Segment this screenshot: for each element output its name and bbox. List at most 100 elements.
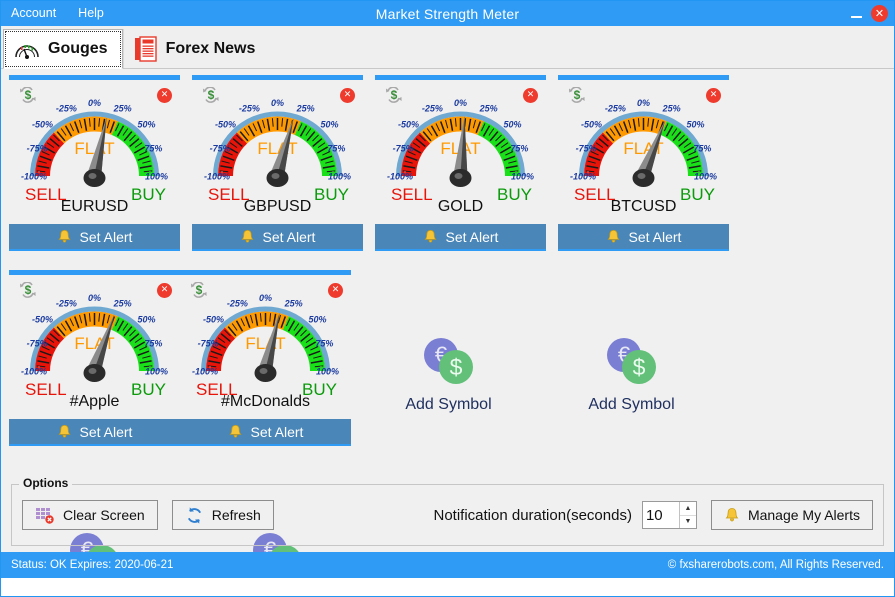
refresh-label: Refresh xyxy=(211,507,261,523)
window-controls: ✕ xyxy=(850,1,888,26)
manage-my-alerts-button[interactable]: Manage My Alerts xyxy=(710,500,873,530)
gauge-cell: $ ✕ -100%-75%-50%-25%0%25%50%75%100%FLAT… xyxy=(180,270,351,455)
gauge-cell: $ ✕ -100%-75%-50%-25%0%25%50%75%100%FLAT… xyxy=(192,75,363,260)
clear-screen-button[interactable]: Clear Screen xyxy=(22,500,158,530)
svg-text:0%: 0% xyxy=(88,293,101,303)
svg-text:SELL: SELL xyxy=(25,185,67,204)
gauge-cell: $ ✕ -100%-75%-50%-25%0%25%50%75%100%FLAT… xyxy=(375,75,546,260)
strength-gauge: -100%-75%-50%-25%0%25%50%75%100%FLATSELL… xyxy=(375,84,546,204)
svg-text:-75%: -75% xyxy=(576,143,597,153)
svg-text:$: $ xyxy=(632,354,645,380)
set-alert-button[interactable]: Set Alert xyxy=(180,419,351,446)
gauge-panel: $ ✕ -100%-75%-50%-25%0%25%50%75%100%FLAT… xyxy=(180,270,351,455)
svg-text:100%: 100% xyxy=(145,367,168,377)
svg-text:25%: 25% xyxy=(284,299,303,309)
gauge-panel: $ ✕ -100%-75%-50%-25%0%25%50%75%100%FLAT… xyxy=(9,75,180,260)
svg-text:-100%: -100% xyxy=(21,367,47,377)
svg-text:-25%: -25% xyxy=(422,104,443,114)
svg-text:-75%: -75% xyxy=(27,338,48,348)
add-symbol-cell: € $ Add Symbol xyxy=(546,270,717,455)
gauge-panel: $ ✕ -100%-75%-50%-25%0%25%50%75%100%FLAT… xyxy=(375,75,546,260)
svg-text:25%: 25% xyxy=(479,104,498,114)
strength-gauge: -100%-75%-50%-25%0%25%50%75%100%FLATSELL… xyxy=(9,84,180,204)
panel-header-bar xyxy=(9,75,180,80)
title-bar: Account Help Market Strength Meter ✕ xyxy=(1,1,894,26)
add-symbol-button[interactable]: € $ Add Symbol xyxy=(363,270,534,455)
svg-text:BUY: BUY xyxy=(131,185,166,204)
set-alert-button[interactable]: Set Alert xyxy=(9,419,180,446)
newspaper-icon xyxy=(134,35,158,62)
svg-text:25%: 25% xyxy=(113,299,132,309)
svg-text:-75%: -75% xyxy=(198,338,219,348)
strength-gauge: -100%-75%-50%-25%0%25%50%75%100%FLATSELL… xyxy=(9,279,180,399)
svg-text:-50%: -50% xyxy=(32,120,53,130)
svg-text:-50%: -50% xyxy=(32,315,53,325)
svg-text:BUY: BUY xyxy=(497,185,532,204)
status-right-text: © fxsharerobots.com, All Rights Reserved… xyxy=(667,559,884,571)
gauge-panel: $ ✕ -100%-75%-50%-25%0%25%50%75%100%FLAT… xyxy=(192,75,363,260)
add-symbol-button[interactable]: € $ Add Symbol xyxy=(546,270,717,455)
svg-text:BUY: BUY xyxy=(680,185,715,204)
svg-text:FLAT: FLAT xyxy=(257,139,297,158)
manage-my-alerts-label: Manage My Alerts xyxy=(747,507,860,523)
strength-gauge: -100%-75%-50%-25%0%25%50%75%100%FLATSELL… xyxy=(558,84,729,204)
menu-item-help[interactable]: Help xyxy=(78,7,104,20)
notification-duration-input[interactable] xyxy=(642,502,679,528)
svg-text:0%: 0% xyxy=(271,98,284,108)
svg-text:-50%: -50% xyxy=(203,315,224,325)
svg-text:50%: 50% xyxy=(503,120,521,130)
clear-screen-label: Clear Screen xyxy=(63,507,145,523)
bell-icon xyxy=(423,229,438,244)
svg-text:-25%: -25% xyxy=(56,104,77,114)
notification-duration-stepper[interactable]: ▲ ▼ xyxy=(641,501,697,529)
gauge-cell: $ ✕ -100%-75%-50%-25%0%25%50%75%100%FLAT… xyxy=(558,75,729,260)
gauge-panel: $ ✕ -100%-75%-50%-25%0%25%50%75%100%FLAT… xyxy=(9,270,180,455)
set-alert-label: Set Alert xyxy=(79,423,133,440)
status-bar: Status: OK Expires: 2020-06-21 © fxshare… xyxy=(1,552,894,578)
add-symbol-cell: € $ Add Symbol xyxy=(363,270,534,455)
window-bottom-filler xyxy=(1,578,894,596)
svg-text:25%: 25% xyxy=(662,104,681,114)
bell-icon xyxy=(724,507,740,523)
svg-text:50%: 50% xyxy=(137,120,155,130)
set-alert-button[interactable]: Set Alert xyxy=(192,224,363,251)
svg-text:SELL: SELL xyxy=(196,380,238,399)
svg-text:-75%: -75% xyxy=(27,143,48,153)
currency-coins-icon: € $ xyxy=(418,334,480,388)
panel-header-bar xyxy=(180,270,351,275)
tab-gouges[interactable]: Gouges xyxy=(3,29,123,69)
svg-text:25%: 25% xyxy=(296,104,315,114)
stepper-up-icon[interactable]: ▲ xyxy=(679,502,696,516)
svg-text:100%: 100% xyxy=(328,172,351,182)
notification-duration-label: Notification duration(seconds) xyxy=(433,506,632,524)
panel-header-bar xyxy=(558,75,729,80)
stepper-down-icon[interactable]: ▼ xyxy=(680,516,696,529)
gauge-grid: $ ✕ -100% -75% -50% -25% 0% 25% 50% 75% 100% FLAT… xyxy=(9,75,886,552)
set-alert-button[interactable]: Set Alert xyxy=(558,224,729,251)
gauge-cell: $ ✕ -100%-75%-50%-25%0%25%50%75%100%FLAT… xyxy=(9,270,180,455)
bell-icon xyxy=(57,229,72,244)
svg-text:-75%: -75% xyxy=(393,143,414,153)
minimize-icon[interactable] xyxy=(850,7,863,20)
set-alert-label: Set Alert xyxy=(250,423,304,440)
gauge-icon xyxy=(14,38,40,60)
svg-text:50%: 50% xyxy=(686,120,704,130)
svg-text:50%: 50% xyxy=(320,120,338,130)
svg-text:0%: 0% xyxy=(637,98,650,108)
svg-text:SELL: SELL xyxy=(391,185,433,204)
clear-screen-icon xyxy=(35,506,55,524)
svg-text:75%: 75% xyxy=(510,143,528,153)
bell-icon xyxy=(606,229,621,244)
close-icon[interactable]: ✕ xyxy=(871,5,888,22)
set-alert-button[interactable]: Set Alert xyxy=(9,224,180,251)
set-alert-button[interactable]: Set Alert xyxy=(375,224,546,251)
gauge-cell: $ ✕ -100%-75%-50%-25%0%25%50%75%100%FLAT… xyxy=(9,75,180,260)
panel-header-bar xyxy=(375,75,546,80)
svg-text:BUY: BUY xyxy=(302,380,337,399)
refresh-button[interactable]: Refresh xyxy=(171,500,274,530)
menu-item-account[interactable]: Account xyxy=(11,7,56,20)
set-alert-label: Set Alert xyxy=(628,228,682,245)
application-window: Account Help Market Strength Meter ✕ Gou… xyxy=(0,0,895,597)
tab-forex-news[interactable]: Forex News xyxy=(122,29,270,68)
svg-text:-100%: -100% xyxy=(387,172,413,182)
